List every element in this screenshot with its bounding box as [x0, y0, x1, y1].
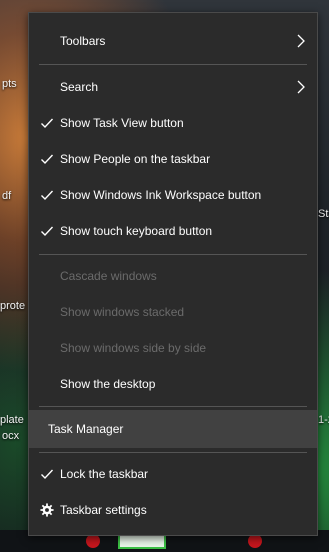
menu-item-taskbar-settings[interactable]: Taskbar settings — [29, 492, 317, 528]
app-icon[interactable] — [248, 534, 262, 548]
desktop-icon-label[interactable]: df — [2, 190, 11, 202]
menu-separator — [39, 406, 307, 407]
menu-item-windows-side-by-side: Show windows side by side — [29, 330, 317, 366]
menu-item-label: Show windows stacked — [60, 305, 185, 319]
menu-item-label: Show Task View button — [60, 116, 184, 130]
menu-item-lock-taskbar[interactable]: Lock the taskbar — [29, 456, 317, 492]
menu-item-toolbars[interactable]: Toolbars — [29, 23, 317, 59]
menu-item-search[interactable]: Search — [29, 69, 317, 105]
checkmark-icon — [41, 190, 54, 201]
menu-item-label: Lock the taskbar — [60, 467, 149, 481]
menu-item-show-ink-workspace[interactable]: Show Windows Ink Workspace button — [29, 177, 317, 213]
app-icon[interactable] — [86, 534, 100, 548]
menu-separator — [39, 254, 307, 255]
menu-item-show-desktop[interactable]: Show the desktop — [29, 366, 317, 402]
menu-item-label: Show the desktop — [60, 377, 156, 391]
desktop-icon-label[interactable]: plate — [0, 414, 24, 426]
menu-item-task-manager[interactable]: Task Manager — [29, 410, 317, 448]
desktop-icon-label[interactable]: prote — [0, 300, 25, 312]
checkmark-icon — [41, 118, 54, 129]
menu-item-label: Search — [60, 80, 99, 94]
checkmark-icon — [41, 226, 54, 237]
menu-item-show-people[interactable]: Show People on the taskbar — [29, 141, 317, 177]
menu-item-show-task-view[interactable]: Show Task View button — [29, 105, 317, 141]
menu-item-label: Task Manager — [48, 422, 124, 436]
menu-item-label: Show Windows Ink Workspace button — [60, 188, 262, 202]
menu-item-label: Show windows side by side — [60, 341, 207, 355]
desktop-icon-label[interactable]: pts — [2, 78, 17, 90]
checkmark-icon — [41, 154, 54, 165]
menu-item-label: Taskbar settings — [60, 503, 147, 517]
menu-item-label: Toolbars — [60, 34, 106, 48]
menu-separator — [39, 64, 307, 65]
checkmark-icon — [41, 469, 54, 480]
taskbar-context-menu: Toolbars Search Show Task View button Sh… — [28, 12, 318, 536]
menu-item-cascade-windows: Cascade windows — [29, 258, 317, 294]
desktop-icon-label[interactable]: ocx — [2, 430, 19, 442]
desktop-icon-label[interactable]: Stat — [318, 208, 329, 220]
chevron-right-icon — [297, 34, 305, 48]
menu-item-label: Show touch keyboard button — [60, 224, 213, 238]
gear-icon — [40, 503, 54, 517]
menu-item-show-touch-keyboard[interactable]: Show touch keyboard button — [29, 213, 317, 249]
chevron-right-icon — [297, 80, 305, 94]
menu-separator — [39, 452, 307, 453]
menu-item-label: Show People on the taskbar — [60, 152, 211, 166]
desktop-icon-label[interactable]: 1-2 — [318, 414, 329, 426]
menu-item-windows-stacked: Show windows stacked — [29, 294, 317, 330]
menu-item-label: Cascade windows — [60, 269, 157, 283]
